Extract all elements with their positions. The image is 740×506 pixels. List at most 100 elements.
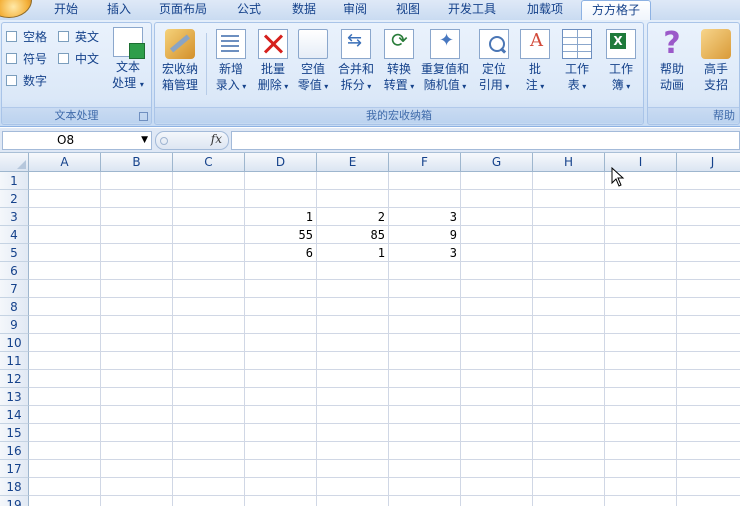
row-header-8[interactable]: 8 (0, 298, 29, 316)
help-icon: ? (663, 26, 681, 61)
cell-e5[interactable]: 1 (317, 244, 388, 262)
spreadsheet-grid: ABCDEFGHIJ 1 2 3 4 5 6 7 8 9 10 11 12 13 14 15 16 17 18 19… (0, 153, 740, 506)
merge-button[interactable]: 合并和拆分 ▾ (333, 29, 379, 101)
tab-2[interactable]: 页面布局 (152, 0, 214, 20)
convert-button[interactable]: 转换转置 ▾ (379, 29, 419, 101)
blank-icon (298, 29, 328, 59)
group-label-help: 帮助 (648, 107, 739, 123)
tools-button[interactable]: 宏收纳 箱管理 (157, 29, 203, 101)
row-header-1[interactable]: 1 (0, 172, 29, 190)
tab-1[interactable]: 插入 (100, 0, 138, 20)
cell-d4[interactable]: 55 (245, 226, 316, 244)
office-button[interactable] (0, 0, 32, 18)
gridline (29, 189, 740, 190)
tips-icon (701, 29, 731, 59)
formula-input[interactable] (231, 131, 740, 150)
tab-6[interactable]: 视图 (388, 0, 428, 20)
blank-button[interactable]: 空值 零值 ▾ (293, 29, 333, 101)
column-header-d[interactable]: D (245, 153, 317, 172)
insert-function-button[interactable]: fx (211, 132, 222, 146)
group-label-macro: 我的宏收纳箱 (155, 107, 643, 123)
cell-e4[interactable]: 85 (317, 226, 388, 244)
checkbox-icon[interactable] (6, 31, 17, 42)
row-header-11[interactable]: 11 (0, 352, 29, 370)
column-header-j[interactable]: J (677, 153, 740, 172)
tab-0[interactable]: 开始 (40, 0, 92, 20)
text-process-button[interactable]: 文本 处理 ▾ (106, 27, 150, 99)
tips-button[interactable]: 高手 支招 (694, 29, 738, 101)
row-header-10[interactable]: 10 (0, 334, 29, 352)
expand-handle-icon[interactable] (160, 137, 168, 145)
convert-icon (384, 29, 414, 59)
new-entry-button[interactable]: 新增 录入 ▾ (209, 29, 253, 101)
checkbox-english[interactable]: 英文 (58, 29, 99, 45)
row-header-6[interactable]: 6 (0, 262, 29, 280)
checkbox-icon[interactable] (6, 53, 17, 64)
row-header-5[interactable]: 5 (0, 244, 29, 262)
column-header-g[interactable]: G (461, 153, 533, 172)
cell-e3[interactable]: 2 (317, 208, 388, 226)
column-header-c[interactable]: C (173, 153, 245, 172)
column-header-b[interactable]: B (101, 153, 173, 172)
dropdown-arrow-icon: ▾ (139, 80, 144, 89)
select-all-button[interactable] (0, 153, 29, 172)
gridline (29, 459, 740, 460)
dropdown-arrow-icon[interactable]: ▼ (141, 132, 148, 149)
gridline (676, 172, 677, 506)
checkbox-icon[interactable] (58, 31, 69, 42)
worksheet-icon (562, 29, 592, 59)
row-header-3[interactable]: 3 (0, 208, 29, 226)
row-header-16[interactable]: 16 (0, 442, 29, 460)
row-header-4[interactable]: 4 (0, 226, 29, 244)
locate-button[interactable]: 定位 引用 ▾ (473, 29, 515, 101)
duplicate-button[interactable]: 重复值和随机值 ▾ (417, 29, 473, 101)
checkbox-icon[interactable] (6, 75, 17, 86)
tab-3[interactable]: 公式 (228, 0, 270, 20)
column-header-h[interactable]: H (533, 153, 605, 172)
column-header-a[interactable]: A (29, 153, 101, 172)
tab-9[interactable]: 方方格子 (581, 0, 651, 22)
dropdown-arrow-icon: ▾ (364, 82, 372, 91)
name-box[interactable]: O8 ▼ (2, 131, 152, 150)
function-pill: fx (155, 131, 229, 150)
tab-5[interactable]: 审阅 (336, 0, 374, 20)
delete-icon (258, 29, 288, 59)
gridline (172, 172, 173, 506)
checkbox-number[interactable]: 数字 (6, 73, 47, 89)
row-header-12[interactable]: 12 (0, 370, 29, 388)
column-header-e[interactable]: E (317, 153, 389, 172)
row-header-7[interactable]: 7 (0, 280, 29, 298)
cell-f3[interactable]: 3 (389, 208, 460, 226)
cell-f4[interactable]: 9 (389, 226, 460, 244)
delete-button[interactable]: 批量 删除 ▾ (253, 29, 293, 101)
column-header-f[interactable]: F (389, 153, 461, 172)
tab-7[interactable]: 开发工具 (439, 0, 505, 20)
checkbox-icon[interactable] (58, 53, 69, 64)
help-button[interactable]: ? 帮助 动画 (650, 29, 694, 101)
separator (206, 33, 207, 95)
tab-8[interactable]: 加载项 (518, 0, 572, 20)
row-header-18[interactable]: 18 (0, 478, 29, 496)
gridline (604, 172, 605, 506)
cell-d5[interactable]: 6 (245, 244, 316, 262)
comment-button[interactable]: 批注 ▾ (515, 29, 555, 101)
dropdown-arrow-icon: ▾ (459, 82, 467, 91)
gridline (29, 351, 740, 352)
checkbox-symbol[interactable]: 符号 (6, 51, 47, 67)
checkbox-chinese[interactable]: 中文 (58, 51, 99, 67)
row-header-15[interactable]: 15 (0, 424, 29, 442)
row-header-19[interactable]: 19 (0, 496, 29, 506)
checkbox-space[interactable]: 空格 (6, 29, 47, 45)
row-header-17[interactable]: 17 (0, 460, 29, 478)
workbook-button[interactable]: 工作簿 ▾ (599, 29, 643, 101)
tab-4[interactable]: 数据 (283, 0, 325, 20)
cell-d3[interactable]: 1 (245, 208, 316, 226)
row-header-9[interactable]: 9 (0, 316, 29, 334)
dialog-launcher-icon[interactable] (139, 112, 148, 121)
row-header-13[interactable]: 13 (0, 388, 29, 406)
cell-f5[interactable]: 3 (389, 244, 460, 262)
row-header-14[interactable]: 14 (0, 406, 29, 424)
row-header-2[interactable]: 2 (0, 190, 29, 208)
worksheet-button[interactable]: 工作表 ▾ (555, 29, 599, 101)
duplicate-icon (430, 29, 460, 59)
